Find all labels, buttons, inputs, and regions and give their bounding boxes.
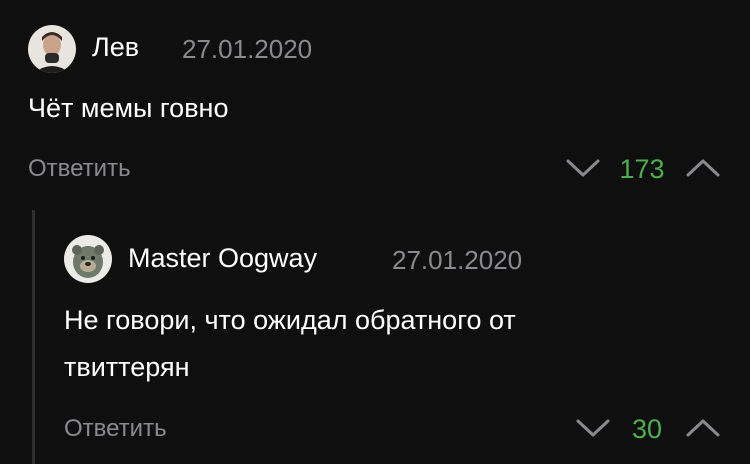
comment-score: 173 <box>619 154 665 184</box>
reply-score: 30 <box>631 414 663 444</box>
chevron-up-icon[interactable] <box>685 157 721 179</box>
comment-author[interactable]: Лев <box>92 32 139 63</box>
reply-text-line-1: Не говори, что ожидал обратного от <box>64 305 516 335</box>
chevron-down-icon[interactable] <box>565 157 601 179</box>
chevron-up-icon[interactable] <box>685 417 721 439</box>
reply-text-line-2: твиттерян <box>64 352 190 382</box>
user-avatar-icon[interactable] <box>28 25 76 73</box>
user-avatar-icon[interactable] <box>64 235 112 283</box>
reply-date: 27.01.2020 <box>392 245 523 275</box>
reply-button[interactable]: Ответить <box>64 415 167 443</box>
chevron-down-icon[interactable] <box>575 417 611 439</box>
reply-button[interactable]: Ответить <box>28 155 131 183</box>
comment-text: Чёт мемы говно <box>28 93 229 123</box>
reply-author[interactable]: Master Oogway <box>128 243 317 274</box>
thread-line <box>32 210 35 464</box>
comment-date: 27.01.2020 <box>182 34 313 64</box>
